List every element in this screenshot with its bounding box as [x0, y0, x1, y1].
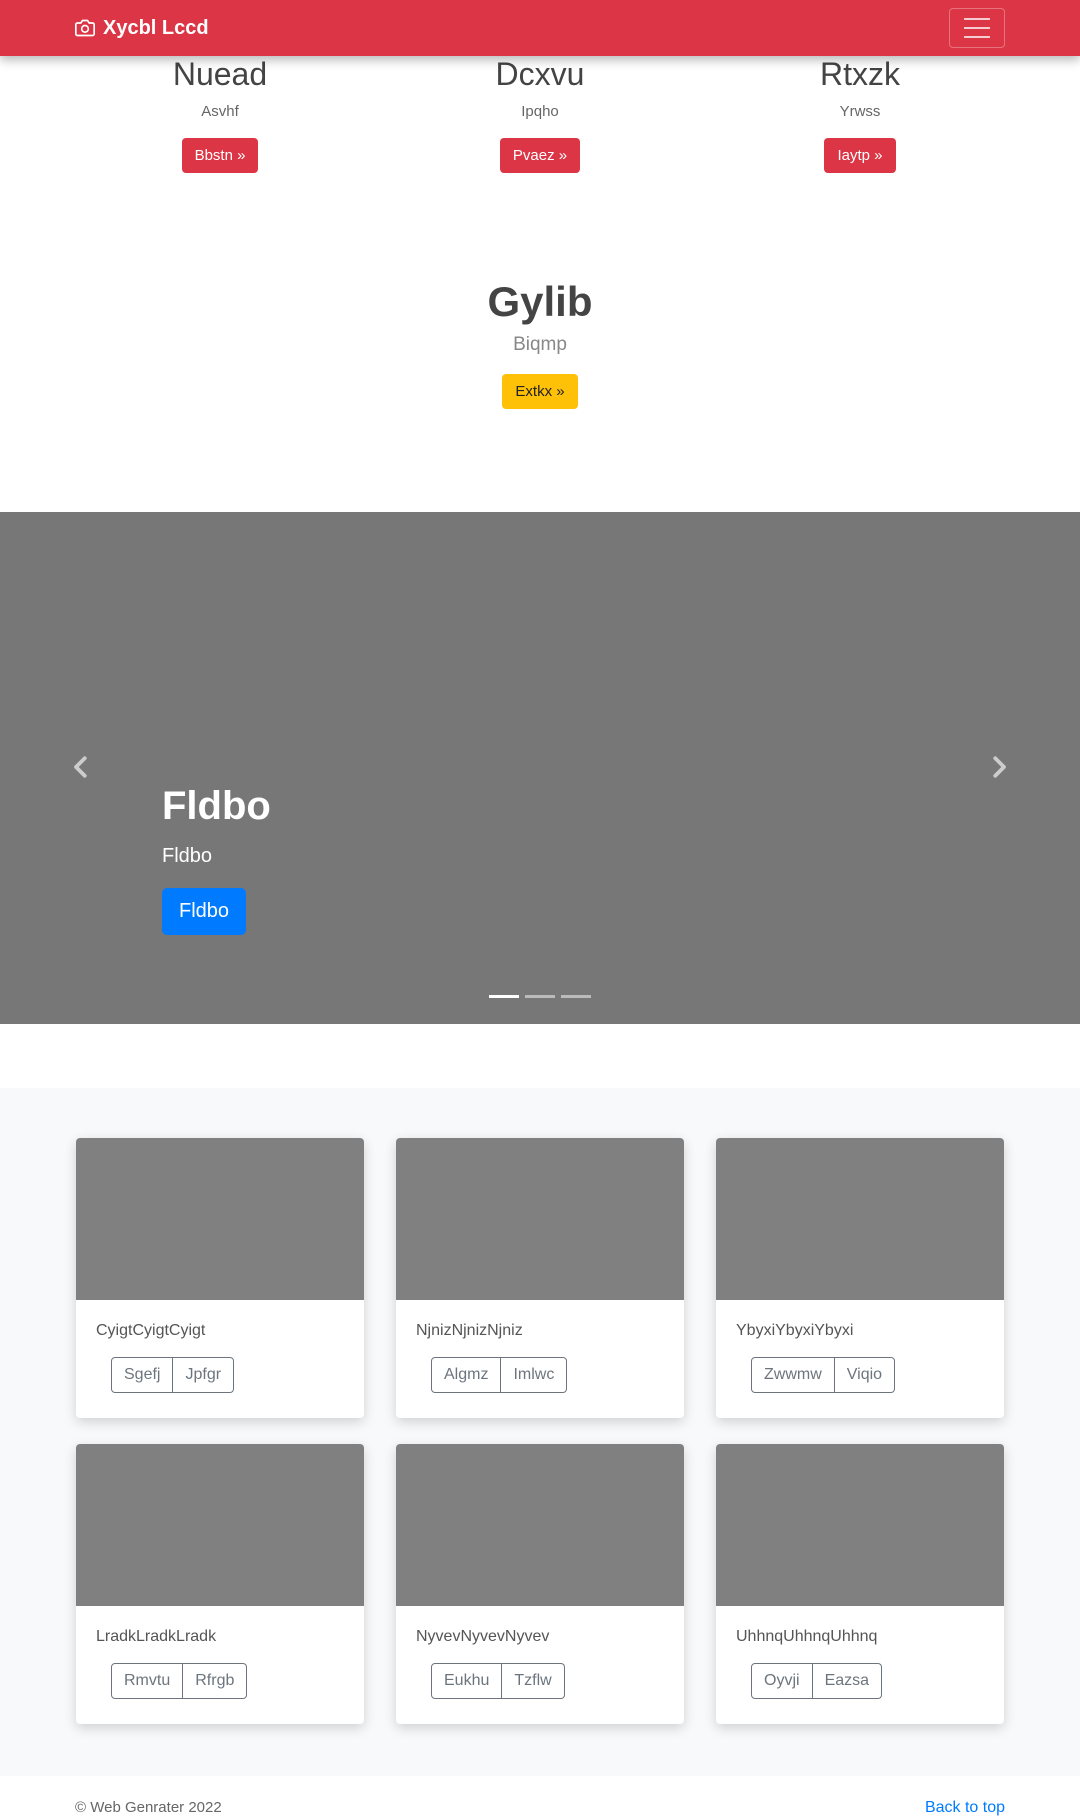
card-text: YbyxiYbyxiYbyxi	[736, 1322, 854, 1339]
card-button[interactable]: Zwwmw	[751, 1357, 835, 1393]
card: UhhnqUhhnqUhhnq Oyvji Eazsa	[716, 1444, 1004, 1724]
highlight-text: Biqmp	[513, 334, 567, 355]
back-to-top-link[interactable]: Back to top	[925, 1799, 1005, 1817]
card-button[interactable]: Oyvji	[751, 1663, 813, 1699]
highlight-section: Gylib Biqmp Extkx »	[390, 278, 690, 409]
card-text: UhhnqUhhnqUhhnq	[736, 1628, 878, 1645]
feature-heading: Nuead	[172, 56, 268, 92]
carousel: Fldbo Fldbo Fldbo	[0, 512, 1080, 1024]
card-button[interactable]: Sgefj	[111, 1357, 174, 1393]
feature-button[interactable]: Iaytp »	[824, 138, 896, 173]
card-button[interactable]: Algmz	[431, 1357, 502, 1393]
card-button-group: Rmvtu Rfrgb	[111, 1663, 364, 1699]
card-thumbnail	[76, 1138, 364, 1300]
carousel-indicator[interactable]	[525, 995, 555, 998]
feature-column: Dcxvu Ipqho Pvaez »	[390, 56, 690, 173]
card-button-group: Oyvji Eazsa	[751, 1663, 1004, 1699]
brand-name: Xycbl Lccd	[103, 16, 209, 39]
card-button[interactable]: Imlwc	[501, 1357, 568, 1393]
feature-button[interactable]: Bbstn »	[181, 138, 259, 173]
highlight-heading: Gylib	[487, 278, 593, 325]
card-button-group: Sgefj Jpfgr	[111, 1357, 364, 1393]
feature-text: Yrwss	[839, 103, 881, 120]
card-text: NyvevNyvevNyvev	[416, 1628, 550, 1645]
chevron-left-icon[interactable]	[66, 752, 96, 782]
card: CyigtCyigtCyigt Sgefj Jpfgr	[76, 1138, 364, 1418]
card-thumbnail	[76, 1444, 364, 1606]
card-button[interactable]: Viqio	[834, 1357, 896, 1393]
navbar-toggler-button[interactable]	[949, 8, 1005, 48]
carousel-indicators	[489, 995, 591, 998]
card-button[interactable]: Eukhu	[431, 1663, 503, 1699]
card-button[interactable]: Rfrgb	[183, 1663, 248, 1699]
card-button-group: Eukhu Tzflw	[431, 1663, 684, 1699]
card-button-group: Zwwmw Viqio	[751, 1357, 1004, 1393]
feature-column: Rtxzk Yrwss Iaytp »	[710, 56, 1010, 173]
card-button[interactable]: Jpfgr	[173, 1357, 235, 1393]
card-button[interactable]: Rmvtu	[111, 1663, 184, 1699]
highlight-button[interactable]: Extkx »	[502, 374, 578, 409]
feature-text: Asvhf	[201, 103, 239, 120]
feature-heading: Dcxvu	[495, 56, 585, 92]
chevron-right-icon[interactable]	[984, 752, 1014, 782]
feature-button[interactable]: Pvaez »	[499, 138, 581, 173]
feature-text: Ipqho	[521, 103, 559, 120]
carousel-indicator[interactable]	[561, 995, 591, 998]
card-text: CyigtCyigtCyigt	[96, 1322, 206, 1339]
card-button[interactable]: Eazsa	[812, 1663, 883, 1699]
carousel-button[interactable]: Fldbo	[162, 888, 247, 935]
carousel-caption: Fldbo Fldbo Fldbo	[162, 784, 271, 935]
feature-column: Nuead Asvhf Bbstn »	[70, 56, 370, 173]
feature-heading: Rtxzk	[820, 56, 900, 92]
card-button-group: Algmz Imlwc	[431, 1357, 684, 1393]
camera-icon	[75, 19, 95, 37]
card-text: LradkLradkLradk	[96, 1628, 217, 1645]
carousel-subtitle: Fldbo	[162, 845, 213, 867]
footer-copyright: © Web Genrater 2022	[75, 1799, 222, 1816]
carousel-indicator[interactable]	[489, 995, 519, 998]
card-button[interactable]: Tzflw	[502, 1663, 565, 1699]
hamburger-icon	[964, 18, 990, 20]
card-thumbnail	[716, 1444, 1004, 1606]
navbar: Xycbl Lccd	[0, 0, 1080, 56]
card-thumbnail	[396, 1444, 684, 1606]
card: YbyxiYbyxiYbyxi Zwwmw Viqio	[716, 1138, 1004, 1418]
brand-link[interactable]: Xycbl Lccd	[75, 0, 209, 56]
card: NyvevNyvevNyvev Eukhu Tzflw	[396, 1444, 684, 1724]
card-thumbnail	[716, 1138, 1004, 1300]
card-text: NjnizNjnizNjniz	[416, 1322, 523, 1339]
carousel-title: Fldbo	[162, 784, 271, 828]
card: LradkLradkLradk Rmvtu Rfrgb	[76, 1444, 364, 1724]
card: NjnizNjnizNjniz Algmz Imlwc	[396, 1138, 684, 1418]
card-thumbnail	[396, 1138, 684, 1300]
album-section: CyigtCyigtCyigt Sgefj Jpfgr NjnizNjnizNj…	[0, 1088, 1080, 1776]
